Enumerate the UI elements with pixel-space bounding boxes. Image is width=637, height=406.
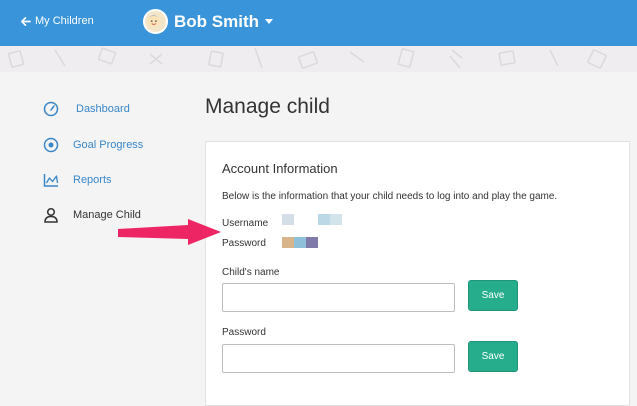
account-information-card: Account Information Below is the informa… [205, 141, 630, 406]
page-title: Manage child [205, 95, 330, 118]
arrow-left-icon [21, 16, 31, 26]
sidebar-item-reports[interactable]: Reports [43, 172, 112, 188]
childs-name-label: Child's name [222, 267, 280, 278]
childs-name-input[interactable] [222, 283, 455, 312]
password-input[interactable] [222, 344, 455, 373]
sidebar-item-goal-progress[interactable]: Goal Progress [43, 137, 143, 153]
password-label: Password [222, 238, 266, 249]
sidebar-item-label: Dashboard [76, 103, 130, 115]
section-title: Account Information [222, 161, 338, 176]
gauge-icon [43, 101, 59, 117]
top-bar: My Children Bob Smith [0, 0, 637, 46]
back-link-label: My Children [35, 15, 94, 27]
sidebar-item-label: Manage Child [73, 209, 141, 221]
user-name: Bob Smith [174, 11, 259, 31]
username-label: Username [222, 218, 269, 229]
sidebar-item-manage-child[interactable]: Manage Child [43, 207, 141, 223]
avatar [143, 9, 168, 34]
decorative-pattern-band [0, 46, 637, 72]
chart-icon [43, 174, 59, 187]
sidebar-item-label: Goal Progress [73, 139, 144, 151]
back-to-children-link[interactable]: My Children [20, 15, 94, 27]
user-menu[interactable]: Bob Smith [143, 9, 273, 34]
sidebar-item-dashboard[interactable]: Dashboard [43, 101, 130, 117]
account-description: Below is the information that your child… [222, 191, 558, 202]
target-icon [43, 137, 59, 153]
password-field-label: Password [222, 327, 266, 338]
sidebar-item-label: Reports [73, 174, 112, 186]
person-icon [44, 207, 58, 223]
chevron-down-icon [265, 19, 273, 24]
save-child-name-button[interactable]: Save [468, 280, 518, 311]
save-password-button[interactable]: Save [468, 341, 518, 372]
